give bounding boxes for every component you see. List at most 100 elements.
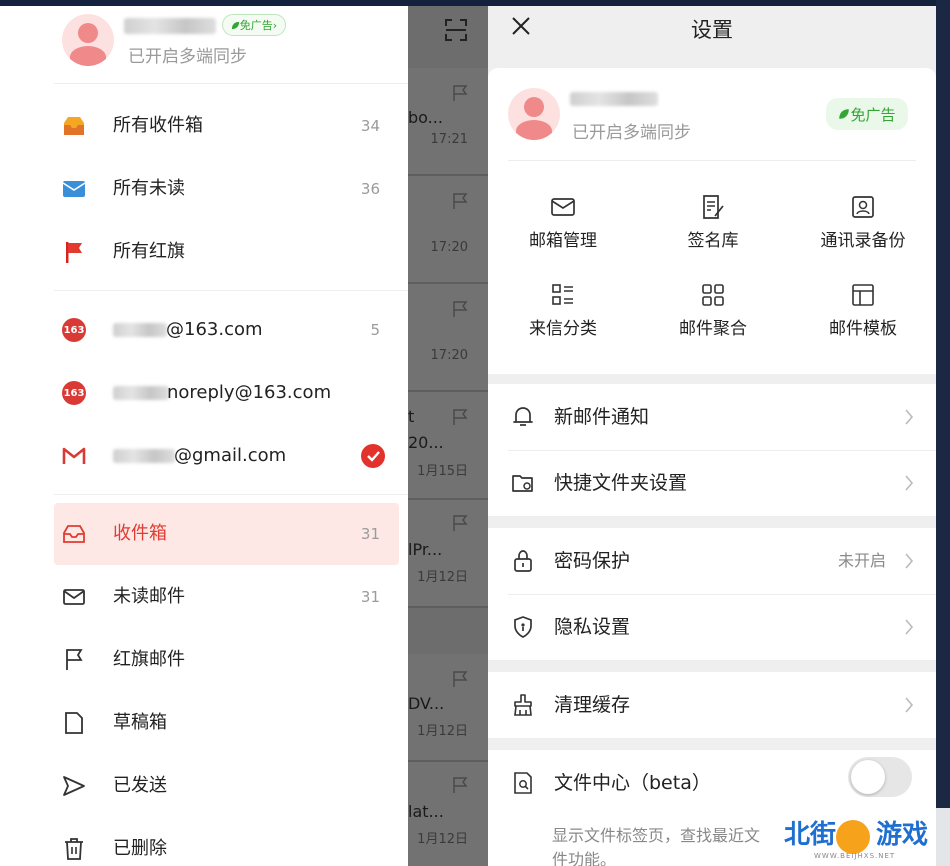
row-label: 密码保护 xyxy=(554,550,631,572)
row-privacy[interactable]: 隐私设置 xyxy=(488,594,936,660)
mail-item[interactable]: t 20... 1月15日 xyxy=(408,392,488,500)
ad-free-badge[interactable]: 免广告 › xyxy=(222,14,286,36)
mailbox-label: 已发送 xyxy=(113,775,167,796)
folder-label: 所有收件箱 xyxy=(113,115,203,136)
row-label: 文件中心（beta） xyxy=(554,772,711,794)
grid-label: 来信分类 xyxy=(529,319,597,339)
mail-item[interactable]: lPr... 1月12日 xyxy=(408,500,488,608)
mailbox-count: 31 xyxy=(360,588,380,606)
flag-icon xyxy=(452,776,468,798)
mailbox-label: 收件箱 xyxy=(113,523,167,544)
divider xyxy=(54,494,408,495)
blurred-text xyxy=(113,323,167,337)
grid-label: 邮箱管理 xyxy=(529,231,597,251)
shield-icon xyxy=(510,614,536,640)
scan-icon[interactable] xyxy=(444,18,468,46)
red-flag-icon xyxy=(60,238,88,266)
mailbox-unread[interactable]: 未读邮件 31 xyxy=(0,566,408,628)
chevron-right-icon xyxy=(904,474,914,496)
mailbox-flagged[interactable]: 红旗邮件 xyxy=(0,629,408,691)
sun-logo-icon xyxy=(836,820,870,854)
mailbox-trash[interactable]: 已删除 xyxy=(0,818,408,866)
mailbox-drafts[interactable]: 草稿箱 xyxy=(0,692,408,754)
flag-icon xyxy=(452,300,468,322)
chevron-right-icon xyxy=(904,696,914,718)
account-gmail[interactable]: @gmail.com xyxy=(0,425,408,487)
avatar[interactable] xyxy=(508,88,560,140)
mailbox-sent[interactable]: 已发送 xyxy=(0,755,408,817)
row-value: 未开启 xyxy=(837,551,886,570)
folder-count: 34 xyxy=(360,117,380,135)
account-163-1[interactable]: 163 @163.com 5 xyxy=(0,299,408,361)
file-search-icon xyxy=(510,770,536,796)
mailbox-label: 草稿箱 xyxy=(113,712,167,733)
folder-all-inbox[interactable]: 所有收件箱 34 xyxy=(0,95,408,157)
mail-item-gap xyxy=(408,608,488,654)
watermark-text: 北街 xyxy=(784,820,837,850)
envelope-color-icon xyxy=(60,175,88,203)
settings-group-2: 密码保护 未开启 隐私设置 xyxy=(488,528,936,660)
settings-header: 设置 xyxy=(488,6,936,68)
account-address: @gmail.com xyxy=(174,445,287,466)
divider xyxy=(508,160,916,161)
chevron-right-icon xyxy=(904,408,914,430)
flag-icon xyxy=(452,408,468,430)
avatar[interactable] xyxy=(62,14,114,66)
mailbox-count: 31 xyxy=(360,525,380,543)
mail-time: 17:21 xyxy=(430,132,468,147)
ad-free-label: 免广告 xyxy=(850,105,896,124)
grid-label: 邮件聚合 xyxy=(679,319,747,339)
folder-all-flagged[interactable]: 所有红旗 xyxy=(0,221,408,283)
blurred-text xyxy=(113,449,175,463)
mail-snippet: bo... xyxy=(408,108,443,127)
screen: 免广告 › 已开启多端同步 所有收件箱 34 所有未读 36 所有红旗 163 … xyxy=(0,0,950,866)
mail-snippet: lat... xyxy=(408,802,444,821)
grid-category[interactable]: 来信分类 xyxy=(488,280,638,350)
mail-item[interactable]: 17:20 xyxy=(408,176,488,284)
account-163-2[interactable]: 163 noreply@163.com xyxy=(0,362,408,424)
left-drawer: 免广告 › 已开启多端同步 所有收件箱 34 所有未读 36 所有红旗 163 … xyxy=(0,6,408,866)
grid-template[interactable]: 邮件模板 xyxy=(788,280,936,350)
mail-item[interactable]: bo... 17:21 xyxy=(408,68,488,176)
grid-contact-backup[interactable]: 通讯录备份 xyxy=(788,192,936,262)
account-name-blurred xyxy=(570,92,658,106)
folder-label: 所有红旗 xyxy=(113,241,185,262)
mail-item[interactable]: DV... 1月12日 xyxy=(408,654,488,762)
mailbox-label: 未读邮件 xyxy=(113,586,185,607)
mailbox-inbox[interactable]: 收件箱 31 xyxy=(0,503,408,565)
row-new-mail-notify[interactable]: 新邮件通知 xyxy=(488,384,936,450)
mail-list-dimmed: bo... 17:21 17:20 17:20 t 20... 1月15日 lP… xyxy=(408,6,488,866)
folder-settings-icon xyxy=(510,470,536,496)
account-name-blurred xyxy=(124,18,216,34)
profile-card: 已开启多端同步 免广告 邮箱管理 签名库 通讯录备份 来信分类 邮件聚合 邮件模… xyxy=(488,68,936,374)
flag-icon xyxy=(60,646,88,674)
grid-label: 通讯录备份 xyxy=(820,231,906,251)
mail-item[interactable]: 17:20 xyxy=(408,284,488,392)
watermark-url: WWW.BEIJHXS.NET xyxy=(814,852,896,860)
netease-163-icon: 163 xyxy=(60,316,88,344)
lock-icon xyxy=(510,548,536,574)
mail-item[interactable]: lat... 1月12日 xyxy=(408,762,488,866)
ad-free-badge[interactable]: 免广告 xyxy=(826,98,908,130)
bell-icon xyxy=(510,404,536,430)
watermark-text: 游戏 xyxy=(876,820,929,850)
grid-mailbox-manage[interactable]: 邮箱管理 xyxy=(488,192,638,262)
row-password-protect[interactable]: 密码保护 未开启 xyxy=(488,528,936,594)
settings-group-1: 新邮件通知 快捷文件夹设置 xyxy=(488,384,936,516)
grid-aggregate[interactable]: 邮件聚合 xyxy=(638,280,788,350)
flag-icon xyxy=(452,192,468,214)
envelope-icon xyxy=(60,583,88,611)
flag-icon xyxy=(452,670,468,692)
file-center-toggle[interactable] xyxy=(848,757,912,797)
folder-all-unread[interactable]: 所有未读 36 xyxy=(0,158,408,220)
sync-status: 已开启多端同步 xyxy=(128,47,247,67)
blurred-text xyxy=(113,386,169,400)
grid-signature[interactable]: 签名库 xyxy=(638,192,788,262)
chevron-right-icon xyxy=(904,618,914,640)
row-quick-folder[interactable]: 快捷文件夹设置 xyxy=(488,450,936,516)
settings-group-3: 清理缓存 xyxy=(488,672,936,738)
row-label: 隐私设置 xyxy=(554,616,631,638)
draft-icon xyxy=(60,709,88,737)
contact-icon xyxy=(848,192,878,222)
row-clear-cache[interactable]: 清理缓存 xyxy=(488,672,936,738)
